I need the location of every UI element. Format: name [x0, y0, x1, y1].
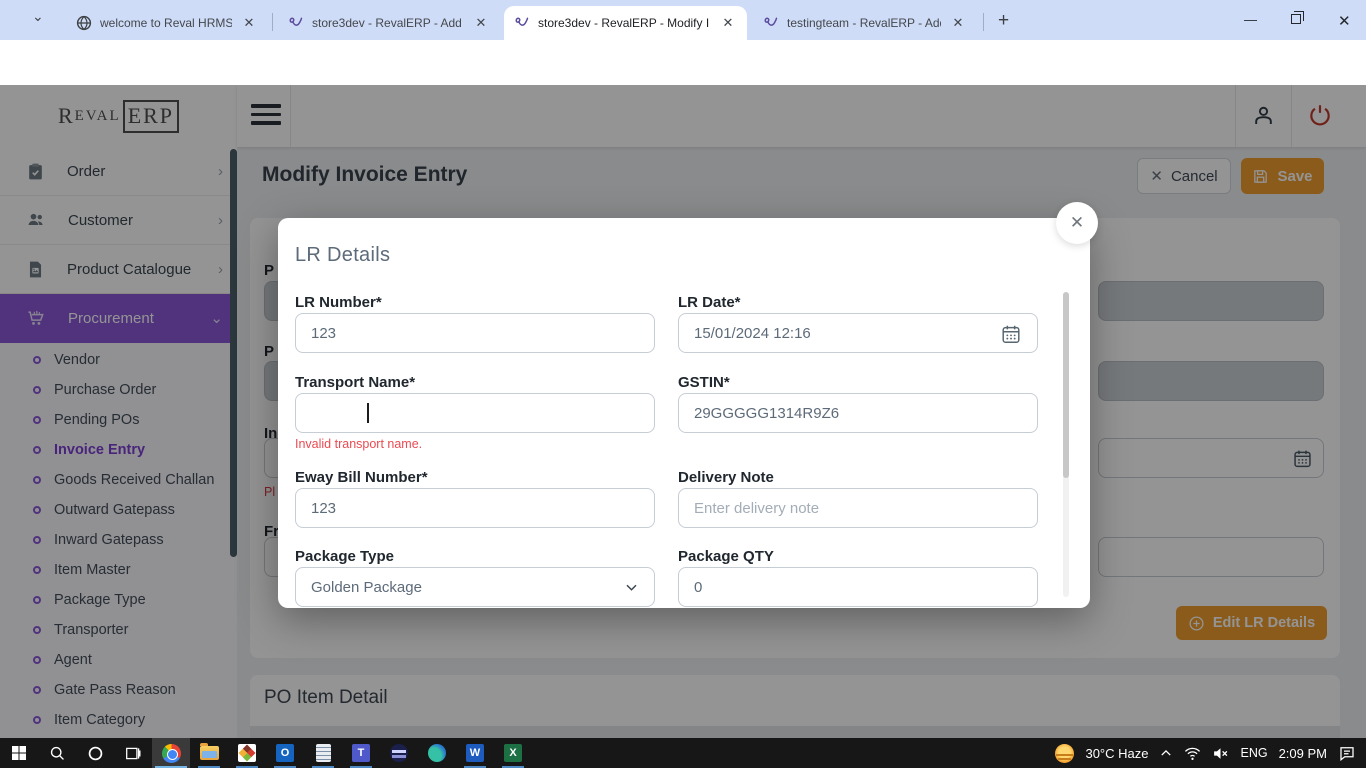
photos-app-icon [238, 744, 256, 762]
cortana-icon [87, 745, 104, 762]
language-indicator[interactable]: ENG [1240, 746, 1267, 760]
modal-scrollbar-thumb[interactable] [1063, 292, 1069, 478]
clock[interactable]: 2:09 PM [1279, 746, 1327, 761]
taskbar-chrome[interactable] [152, 738, 190, 768]
action-center-icon[interactable] [1338, 745, 1356, 761]
screen: ⌄ welcome to Reval HRMS ✕ store3dev - Re… [0, 0, 1366, 768]
delivery-note-input[interactable] [678, 488, 1038, 528]
tab-title: store3dev - RevalERP - Modify I [538, 16, 711, 30]
eclipse-icon [390, 744, 408, 762]
taskbar-outlook[interactable]: O [266, 738, 304, 768]
package-type-label: Package Type [295, 548, 394, 565]
tab-reval-hrms[interactable]: welcome to Reval HRMS ✕ [66, 6, 268, 40]
package-type-value: Golden Package [311, 579, 624, 596]
transport-name-error: Invalid transport name. [295, 437, 422, 451]
taskbar-excel[interactable]: X [494, 738, 532, 768]
eway-bill-input[interactable] [295, 488, 655, 528]
globe-icon [76, 15, 92, 31]
search-icon [49, 745, 66, 762]
weather-icon[interactable] [1055, 744, 1074, 763]
tab-title: welcome to Reval HRMS [100, 16, 232, 30]
lr-date-input[interactable] [678, 313, 1038, 353]
transport-name-input[interactable] [295, 393, 655, 433]
lr-number-label: LR Number* [295, 294, 382, 311]
package-qty-label: Package QTY [678, 548, 774, 565]
tab-separator [272, 13, 273, 31]
tab-close-icon[interactable]: ✕ [949, 14, 967, 32]
browser-tabstrip: ⌄ welcome to Reval HRMS ✕ store3dev - Re… [0, 0, 1366, 40]
tab-testingteam-add[interactable]: testingteam - RevalERP - Add W ✕ [753, 6, 977, 40]
package-qty-input[interactable] [678, 567, 1038, 607]
word-icon: W [466, 744, 484, 762]
taskbar-word[interactable]: W [456, 738, 494, 768]
new-tab-button[interactable]: + [998, 10, 1009, 32]
teams-icon: T [352, 744, 370, 762]
eway-bill-label: Eway Bill Number* [295, 469, 428, 486]
start-button[interactable] [0, 738, 38, 768]
calendar-icon[interactable] [1000, 323, 1022, 345]
restore-icon [1291, 14, 1301, 24]
close-icon: ✕ [1070, 213, 1084, 233]
tab-separator [983, 13, 984, 31]
gstin-input[interactable] [678, 393, 1038, 433]
weather-text[interactable]: 30°C Haze [1085, 746, 1148, 761]
windows-logo-icon [11, 745, 27, 761]
taskbar-eclipse[interactable] [380, 738, 418, 768]
outlook-icon: O [276, 744, 294, 762]
tab-search-chevron-icon[interactable]: ⌄ [32, 8, 44, 25]
package-type-select[interactable]: Golden Package [295, 567, 655, 607]
system-tray: 30°C Haze ENG 2:09 PM [1055, 744, 1366, 763]
wifi-icon[interactable] [1184, 746, 1201, 761]
edge-icon [428, 744, 446, 762]
tab-reval-modify-invoice-active[interactable]: store3dev - RevalERP - Modify I ✕ [504, 6, 747, 40]
tab-reval-add-invoice[interactable]: store3dev - RevalERP - Add Inv ✕ [278, 6, 500, 40]
modal-title: LR Details [295, 244, 390, 267]
notepad-icon [316, 744, 331, 762]
lr-number-input[interactable] [295, 313, 655, 353]
browser-toolbar: ← → ⟳ store3dev.revalweb.com/InvoiceEntr… [0, 40, 1366, 85]
lr-details-modal: LR Details LR Number* LR Date* Transport… [278, 218, 1090, 608]
gstin-label: GSTIN* [678, 374, 730, 391]
window-close-button[interactable]: ✕ [1338, 12, 1351, 30]
tray-chevron-up-icon[interactable] [1159, 746, 1173, 760]
excel-icon: X [504, 744, 522, 762]
task-view-button[interactable] [114, 738, 152, 768]
chevron-down-icon [624, 580, 639, 595]
tab-title: store3dev - RevalERP - Add Inv [312, 16, 464, 30]
tab-close-icon[interactable]: ✕ [472, 14, 490, 32]
taskbar-file-explorer[interactable] [190, 738, 228, 768]
tab-title: testingteam - RevalERP - Add W [787, 16, 941, 30]
modal-close-button[interactable]: ✕ [1056, 202, 1098, 244]
file-explorer-icon [200, 746, 219, 760]
taskbar-photos-app[interactable] [228, 738, 266, 768]
taskbar-search-button[interactable] [38, 738, 76, 768]
volume-muted-icon[interactable] [1212, 746, 1229, 761]
window-minimize-button[interactable]: — [1244, 12, 1257, 27]
lr-date-label: LR Date* [678, 294, 741, 311]
tab-close-icon[interactable]: ✕ [719, 14, 737, 32]
revalerp-favicon [763, 15, 779, 31]
transport-name-label: Transport Name* [295, 374, 415, 391]
taskbar-notepad[interactable] [304, 738, 342, 768]
window-restore-button[interactable] [1291, 14, 1301, 24]
chrome-icon [162, 744, 181, 763]
delivery-note-label: Delivery Note [678, 469, 774, 486]
tab-close-icon[interactable]: ✕ [240, 14, 258, 32]
task-view-icon [125, 745, 142, 762]
taskbar-edge[interactable] [418, 738, 456, 768]
app-page: REVALERP Order › Customer › Product Cata… [0, 85, 1366, 738]
cortana-button[interactable] [76, 738, 114, 768]
text-cursor [367, 403, 369, 423]
revalerp-favicon [514, 15, 530, 31]
revalerp-favicon [288, 15, 304, 31]
taskbar: O T W X 30°C Haze ENG 2:09 PM [0, 738, 1366, 768]
taskbar-teams[interactable]: T [342, 738, 380, 768]
